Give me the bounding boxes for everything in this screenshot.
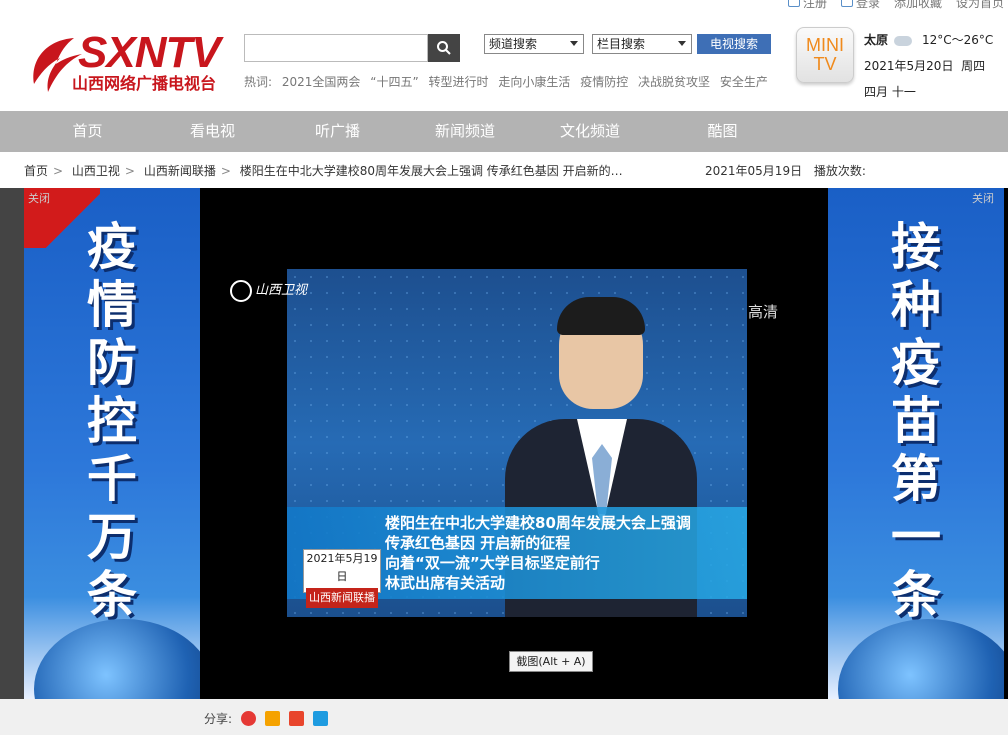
hot-word[interactable]: “十四五” [370,75,418,89]
main-nav: 首页 看电视 听广播 新闻频道 文化频道 酷图 [0,111,1008,152]
footer-bar [0,699,1008,735]
hot-word[interactable]: 转型进行时 [429,75,489,89]
chevron-down-icon [570,41,578,46]
close-left-banner[interactable]: 关闭 [28,190,50,206]
breadcrumb-item[interactable]: 山西新闻联播 [144,164,216,178]
nav-item-watch-tv[interactable]: 看电视 [175,111,250,152]
video-frame[interactable]: 楼阳生在中北大学建校80周年发展大会上强调 传承红色基因 开启新的征程 向着“双… [287,269,747,617]
close-right-banner[interactable]: 关闭 [972,190,994,206]
tencent-weibo-icon[interactable] [265,711,281,726]
hot-word[interactable]: 疫情防控 [580,75,628,89]
search-button[interactable] [428,34,460,62]
search-icon [437,41,451,55]
login-link[interactable]: 登录 [840,0,880,10]
logo-subtitle: 山西网络广播电视台 [72,74,217,93]
cloud-icon [894,35,913,46]
left-banner-text: 疫情防控千万条 [87,218,137,624]
hot-words: 热词: 2021全国两会 “十四五” 转型进行时 走向小康生活 疫情防控 决战脱… [244,73,774,90]
search-input[interactable] [244,34,428,62]
top-util-bar: 注册 登录 添加收藏 设为首页 [787,0,1004,10]
nav-item-news[interactable]: 新闻频道 [425,111,505,152]
register-link[interactable]: 注册 [787,0,827,10]
video-date: 2021年05月19日 [705,164,803,178]
channel-watermark: 山西卫视 [230,279,307,302]
hot-word[interactable]: 安全生产 [720,75,768,89]
bookmark-link[interactable]: 添加收藏 [894,0,942,10]
tv-search-button[interactable]: 电视搜索 [697,34,771,54]
caption-line: 传承红色基因 开启新的征程 [385,534,571,552]
qzone-icon[interactable] [289,711,305,726]
share-bar: 分享: [204,710,329,727]
hot-words-label: 热词: [244,75,273,89]
screenshot-button[interactable]: 截图(Alt + A) [509,651,593,672]
mini-tv-button[interactable]: MINI TV [796,27,854,83]
nav-item-home[interactable]: 首页 [0,111,175,152]
weather-city: 太原 [864,33,889,47]
user-icon [840,0,853,7]
nav-item-culture[interactable]: 文化频道 [505,111,675,152]
site-logo[interactable]: SXNTV 山西网络广播电视台 [26,28,226,94]
chevron-down-icon [678,41,686,46]
right-banner-text: 接种疫苗第一条 [891,218,941,624]
weather-temp: 12°C～26°C [922,33,994,47]
globe-image [838,619,1004,699]
weather-weekday: 周四 [961,59,986,73]
hot-word[interactable]: 2021全国两会 [282,75,361,89]
weather-date: 2021年5月20日 [864,59,954,73]
breadcrumb: 首页 > 山西卫视 > 山西新闻联播 > 楼阳生在中北大学建校80周年发展大会上强调 … [24,164,623,178]
breadcrumb-current: 楼阳生在中北大学建校80周年发展大会上强调 传承红色基因 开启新的… [239,164,623,178]
weather-widget: 太原 12°C～26°C 2021年5月20日 周四 四月 十一 [864,27,993,105]
program-date: 2021年5月19日 [306,552,378,583]
video-meta: 2021年05月19日 播放次数: [705,162,874,179]
share-label: 分享: [204,712,233,726]
play-count-label: 播放次数: [813,164,866,178]
news-caption: 楼阳生在中北大学建校80周年发展大会上强调 传承红色基因 开启新的征程 向着“双… [287,507,747,608]
column-search-select[interactable]: 栏目搜索 [592,34,692,54]
caption-line: 向着“双一流”大学目标坚定前行 [385,554,600,572]
program-date-box: 2021年5月19日 山西新闻联播 [303,549,381,608]
caption-line: 楼阳生在中北大学建校80周年发展大会上强调 [385,514,691,532]
program-name: 山西新闻联播 [306,588,378,608]
globe-image [34,619,200,699]
side-strip [0,188,24,699]
weibo-icon[interactable] [241,711,257,726]
breadcrumb-item[interactable]: 山西卫视 [72,164,120,178]
renren-icon[interactable] [313,711,329,726]
hot-word[interactable]: 决战脱贫攻坚 [638,75,710,89]
channel-search-select[interactable]: 频道搜索 [484,34,584,54]
right-ad-banner[interactable]: 关闭 接种疫苗第一条 [828,188,1004,699]
left-ad-banner[interactable]: 关闭 疫情防控千万条 [24,188,200,699]
hd-badge: 高清 [748,303,779,321]
set-homepage-link[interactable]: 设为首页 [956,0,1004,10]
hot-word[interactable]: 走向小康生活 [498,75,570,89]
caption-line: 林武出席有关活动 [385,574,506,592]
weather-lunar: 四月 十一 [864,85,916,99]
nav-item-gallery[interactable]: 酷图 [675,111,770,152]
register-icon [787,0,800,7]
breadcrumb-item[interactable]: 首页 [24,164,48,178]
anchor-hair [557,297,645,335]
nav-item-radio[interactable]: 听广播 [250,111,425,152]
channel-logo-icon [230,279,252,302]
